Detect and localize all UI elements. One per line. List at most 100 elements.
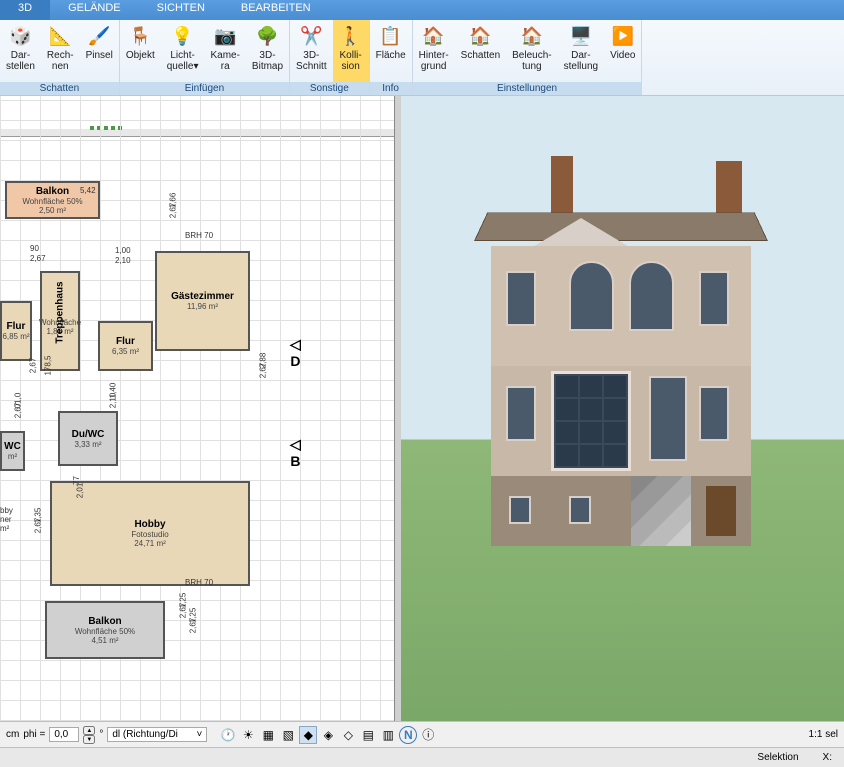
x-label: X: — [823, 752, 832, 763]
dimension-label: 5,42 — [80, 186, 96, 195]
schnitt-icon: ✂️ — [299, 24, 323, 48]
ribbon-pinsel[interactable]: 🖌️ Pinsel — [80, 20, 119, 82]
statusbar-lower: Selektion X: — [0, 747, 844, 767]
sb-grid1-icon[interactable]: ▤ — [359, 726, 377, 744]
objekt-icon: 🪑 — [128, 24, 152, 48]
ribbon-schatten2[interactable]: 🏠Schatten — [455, 20, 506, 82]
darstellen-label: Dar- stellen — [6, 50, 35, 72]
dimension-label: 2,67 — [13, 403, 22, 419]
dimension-label: 2,67 — [33, 518, 42, 534]
ribbon-kamera[interactable]: 📷Kame- ra — [204, 20, 245, 82]
ribbon-schnitt[interactable]: ✂️3D- Schnitt — [290, 20, 333, 82]
ribbon-beleuchtung[interactable]: 🏠Beleuch- tung — [506, 20, 557, 82]
objekt-label: Objekt — [126, 50, 155, 61]
video-label: Video — [610, 50, 635, 61]
sb-snap2-icon[interactable]: ◈ — [319, 726, 337, 744]
room-gästezimmer[interactable]: Gästezimmer11,96 m² — [155, 251, 250, 351]
sb-layers1-icon[interactable]: ▦ — [259, 726, 277, 744]
ribbon-group-info: Info — [370, 82, 412, 95]
rechnen-icon: 📐 — [48, 24, 72, 48]
ribbon-flaeche[interactable]: 📋 Fläche — [370, 20, 412, 82]
dimension-label: 2,67 — [258, 363, 267, 379]
floorplan: BalkonWohnfläche 50%2,50 m²Flur6,85 m²Tr… — [0, 136, 260, 656]
tab-3d[interactable]: 3D — [0, 0, 50, 20]
tab-sichten[interactable]: SICHTEN — [139, 0, 223, 20]
tab-gelaende[interactable]: GELÄNDE — [50, 0, 139, 20]
ribbon-rechnen[interactable]: 📐Rech- nen — [41, 20, 80, 82]
room-balkon[interactable]: BalkonWohnfläche 50%4,51 m² — [45, 601, 165, 659]
view-3d[interactable] — [401, 96, 844, 721]
dimension-label: 2,01 — [75, 483, 84, 499]
statusbar: cm phi = 0,0 ▲▼ ° dl (Richtung/Di ˅ 🕐☀▦▧… — [0, 721, 844, 747]
dimension-label: bby ner m² — [0, 506, 13, 533]
sb-grid2-icon[interactable]: ▥ — [379, 726, 397, 744]
direction-select[interactable]: dl (Richtung/Di ˅ — [107, 727, 207, 742]
phi-up[interactable]: ▲ — [83, 726, 95, 735]
room-du/wc[interactable]: Du/WC3,33 m² — [58, 411, 118, 466]
view-2d[interactable]: BalkonWohnfläche 50%2,50 m²Flur6,85 m²Tr… — [0, 96, 395, 721]
darstellung-label: Dar- stellung — [564, 50, 598, 72]
kamera-label: Kame- ra — [210, 50, 239, 72]
hintergrund-label: Hinter- grund — [419, 50, 449, 72]
beleuchtung-icon: 🏠 — [520, 24, 544, 48]
licht-icon: 💡 — [171, 24, 195, 48]
sb-north-icon[interactable]: N — [399, 726, 417, 744]
flaeche-label: Fläche — [376, 50, 406, 61]
dimension-label: 178,5 — [44, 355, 53, 375]
unit-label: cm — [6, 729, 19, 740]
ribbon-darstellen[interactable]: 🎲Dar- stellen — [0, 20, 41, 82]
room-flur[interactable]: Flur6,85 m² — [0, 301, 32, 361]
ribbon: 🎲Dar- stellen📐Rech- nen🖌️PinselSchatten🪑… — [0, 20, 844, 96]
bitmap-label: 3D- Bitmap — [252, 50, 283, 72]
sb-clock-icon[interactable]: 🕐 — [219, 726, 237, 744]
kollision-label: Kolli- sion — [340, 50, 362, 72]
ribbon-darstellung[interactable]: 🖥️Dar- stellung — [558, 20, 604, 82]
dimension-label: 1,00 — [115, 246, 131, 255]
ribbon-bitmap[interactable]: 🌳3D- Bitmap — [246, 20, 289, 82]
schnitt-label: 3D- Schnitt — [296, 50, 327, 72]
dimension-label: 2,67 — [178, 603, 187, 619]
ratio-label: 1:1 sel — [809, 729, 838, 740]
hintergrund-icon: 🏠 — [422, 24, 446, 48]
house-3d — [451, 156, 791, 636]
beleuchtung-label: Beleuch- tung — [512, 50, 551, 72]
main-tabs: 3D GELÄNDE SICHTEN BEARBEITEN — [0, 0, 844, 20]
dimension-label: 2,10 — [115, 256, 131, 265]
ribbon-video[interactable]: ▶️ Video — [604, 20, 641, 82]
dimension-label: BRH 70 — [185, 578, 213, 587]
ribbon-licht[interactable]: 💡Licht- quelle▾ — [161, 20, 205, 82]
ribbon-group-einstellungen: Einstellungen — [413, 82, 642, 95]
ribbon-group-schatten: Schatten — [0, 82, 119, 95]
sb-snap1-icon[interactable]: ◆ — [299, 726, 317, 744]
dimension-label: BRH 70 — [185, 231, 213, 240]
kamera-icon: 📷 — [213, 24, 237, 48]
tab-bearbeiten[interactable]: BEARBEITEN — [223, 0, 329, 20]
section-marker: ◁ B — [290, 436, 301, 469]
sb-layers2-icon[interactable]: ▧ — [279, 726, 297, 744]
flaeche-icon: 📋 — [379, 24, 403, 48]
section-marker: ◁ D — [290, 336, 301, 369]
ribbon-hintergrund[interactable]: 🏠Hinter- grund — [413, 20, 455, 82]
ribbon-kollision[interactable]: 🚶Kolli- sion — [333, 20, 369, 82]
phi-input[interactable]: 0,0 — [49, 727, 79, 742]
bitmap-icon: 🌳 — [255, 24, 279, 48]
room-wc[interactable]: WCm² — [0, 431, 25, 471]
phi-spinner[interactable]: ▲▼ — [83, 726, 95, 744]
licht-label: Licht- quelle▾ — [167, 50, 199, 72]
pinsel-icon: 🖌️ — [87, 24, 111, 48]
schatten2-label: Schatten — [461, 50, 500, 61]
phi-down[interactable]: ▼ — [83, 735, 95, 744]
sb-info-icon[interactable]: ⓘ — [419, 726, 437, 744]
darstellung-icon: 🖥️ — [569, 24, 593, 48]
sb-sun-icon[interactable]: ☀ — [239, 726, 257, 744]
dimension-label: 2,67 — [168, 203, 177, 219]
dimension-label: 2,67 — [30, 254, 46, 263]
workarea: BalkonWohnfläche 50%2,50 m²Flur6,85 m²Tr… — [0, 96, 844, 721]
video-icon: ▶️ — [611, 24, 635, 48]
room-flur[interactable]: Flur6,35 m² — [98, 321, 153, 371]
dimension-label: 2,10 — [108, 393, 117, 409]
sb-snap3-icon[interactable]: ◇ — [339, 726, 357, 744]
ribbon-group-einfügen: Einfügen — [120, 82, 289, 95]
ribbon-objekt[interactable]: 🪑 Objekt — [120, 20, 161, 82]
pinsel-label: Pinsel — [86, 50, 113, 61]
